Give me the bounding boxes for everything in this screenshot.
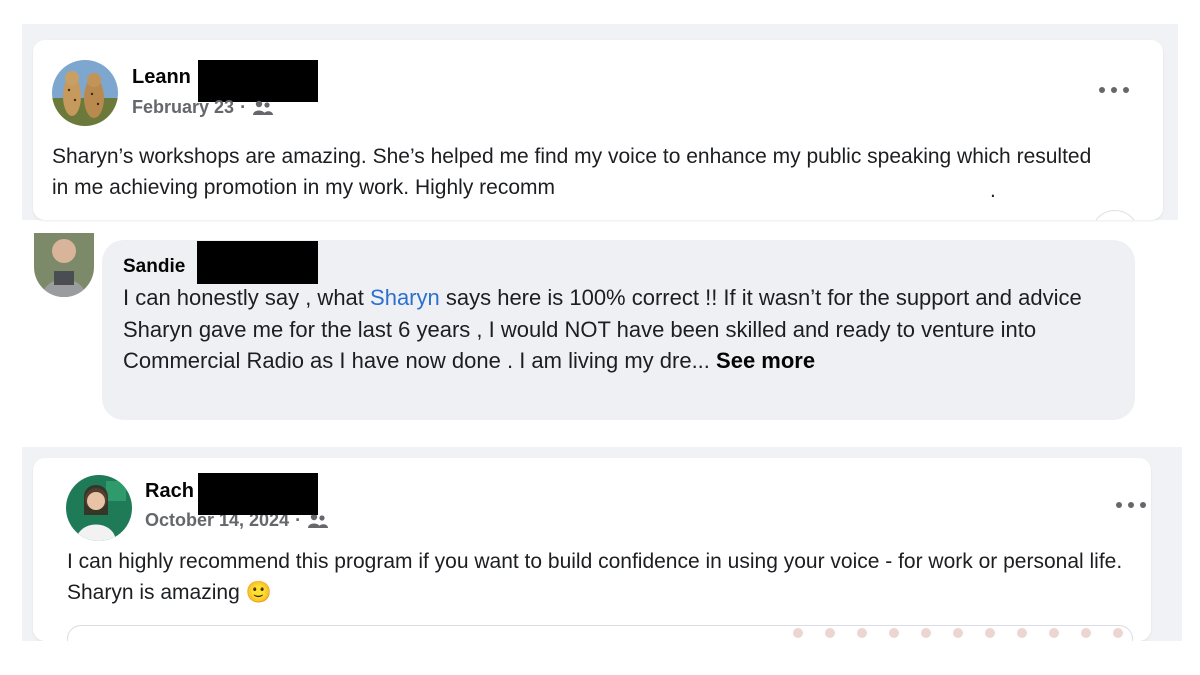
post-2-author-name[interactable]: Rach xyxy=(145,480,194,503)
person-avatar-image xyxy=(34,233,94,297)
dot xyxy=(1128,502,1134,508)
reaction-button-edge[interactable] xyxy=(1091,210,1139,220)
dot xyxy=(1123,87,1129,93)
post-2-text: I can highly recommend this program if y… xyxy=(67,546,1137,608)
post-1-author-name[interactable]: Leann xyxy=(132,66,191,89)
comment-text-before: I can honestly say , what xyxy=(123,285,371,310)
mention-link[interactable]: Sharyn xyxy=(370,285,440,310)
dot xyxy=(1111,87,1117,93)
comment-avatar[interactable] xyxy=(34,233,94,297)
comment-author-name[interactable]: Sandie xyxy=(123,256,185,278)
bottom-whitespace xyxy=(0,641,1200,675)
post-1-date[interactable]: February 23 xyxy=(132,97,234,118)
person-avatar-image xyxy=(66,475,132,541)
more-options-button[interactable] xyxy=(1099,85,1129,95)
name-redaction-bar xyxy=(198,60,318,102)
trailing-period: . xyxy=(990,179,996,202)
more-horizontal-icon xyxy=(1099,87,1105,93)
date-redaction-bar xyxy=(198,494,318,515)
smiling-face-icon: 🙂 xyxy=(245,581,272,604)
meta-separator: · xyxy=(240,97,247,117)
post-2-card: Rach October 14, 2024 · I can highly rec… xyxy=(33,458,1151,641)
friends-icon xyxy=(253,100,274,115)
post-1-text: Sharyn’s workshops are amazing. She’s he… xyxy=(52,145,1092,199)
avatar-rach[interactable] xyxy=(66,475,132,541)
post-1-meta: February 23 · xyxy=(132,97,274,118)
cheetah-avatar-image xyxy=(52,60,118,126)
more-options-button[interactable] xyxy=(1116,500,1146,510)
post-1-card: Leann February 23 · Sharyn’s workshops a… xyxy=(33,40,1163,220)
more-horizontal-icon xyxy=(1116,502,1122,508)
name-redaction-bar xyxy=(197,241,318,284)
see-more-link[interactable]: See more xyxy=(716,348,815,373)
comment-text: I can honestly say , what Sharyn says he… xyxy=(123,282,1118,377)
avatar-cheetahs[interactable] xyxy=(52,60,118,126)
preview-dotted-decoration xyxy=(793,628,1123,638)
dot xyxy=(1140,502,1146,508)
post-2-text-content: I can highly recommend this program if y… xyxy=(67,550,1123,604)
